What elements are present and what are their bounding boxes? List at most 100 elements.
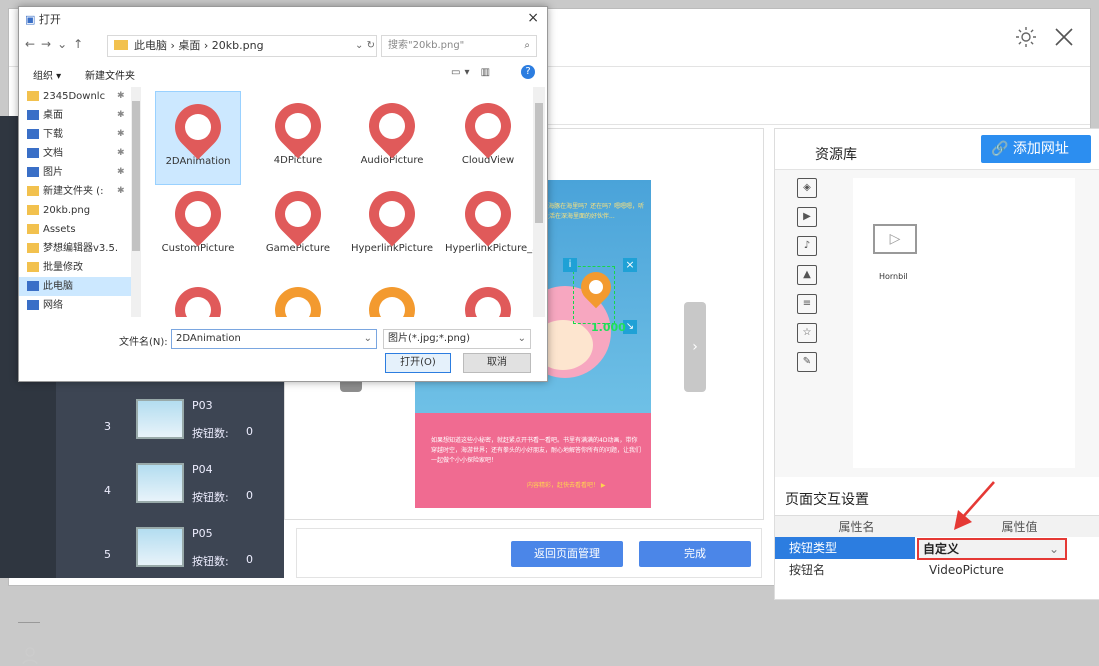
document-icon[interactable]: ≡	[797, 294, 817, 314]
resource-panel: 资源库 🔗 添加网址 ◈ ▶ ♪ ▲ ≡ ☆ ✎ ▷ Hornbil 页面交互设…	[774, 128, 1099, 600]
file-item[interactable]: 2DAnimation	[155, 91, 241, 185]
tree-item[interactable]: 20kb.png	[19, 201, 140, 220]
help-icon[interactable]: ?	[521, 65, 535, 79]
back-to-page-management-button[interactable]: 返回页面管理	[511, 541, 623, 567]
user-icon[interactable]	[22, 646, 38, 666]
tree-item[interactable]: 梦想编辑器v3.5.	[19, 239, 140, 258]
map-pin-icon	[359, 93, 425, 159]
file-item[interactable]: HyperlinkPicture	[349, 179, 435, 273]
property-value[interactable]: VideoPicture	[915, 559, 1099, 581]
tree-item[interactable]: Assets	[19, 220, 140, 239]
tree-item[interactable]: 下载 ✱	[19, 125, 140, 144]
list-item[interactable]: 3 P03 按钮数: 0	[56, 396, 284, 460]
nav-arrows[interactable]: ←→⌄↑	[25, 37, 89, 51]
dialog-title: ▣ 打开	[25, 13, 61, 26]
file-item[interactable]: CustomPicture	[155, 179, 241, 273]
tree-item[interactable]: 网络	[19, 296, 140, 315]
button-count-value: 0	[246, 425, 253, 438]
new-folder-button[interactable]: 新建文件夹	[85, 67, 135, 82]
page-id: P04	[192, 463, 213, 476]
organize-menu[interactable]: 组织 ▾	[33, 67, 61, 82]
file-item[interactable]	[349, 275, 435, 317]
open-button[interactable]: 打开(O)	[385, 353, 451, 373]
cancel-button[interactable]: 取消	[463, 353, 531, 373]
button-count-value: 0	[246, 489, 253, 502]
button-count-label: 按钮数:	[192, 427, 229, 440]
button-type-select[interactable]: 自定义 ⌄	[917, 538, 1067, 560]
audio-icon[interactable]: ♪	[797, 236, 817, 256]
cube-icon[interactable]: ◈	[797, 178, 817, 198]
scale-readout: 1.000	[591, 321, 626, 334]
folder-icon	[27, 186, 39, 196]
button-count-label: 按钮数:	[192, 555, 229, 568]
file-grid: 2DAnimation 4DPicture AudioPicture Cloud…	[149, 87, 533, 317]
map-pin-icon	[265, 277, 331, 317]
download-icon	[27, 129, 39, 139]
search-icon: ⌕	[524, 40, 530, 51]
page-thumbnail	[136, 399, 184, 439]
file-item[interactable]	[445, 275, 531, 317]
folder-icon	[27, 224, 39, 234]
table-row[interactable]: 按钮名 VideoPicture	[775, 559, 1099, 581]
computer-icon	[27, 281, 39, 291]
info-handle-icon[interactable]: i	[563, 258, 577, 272]
star-badge-icon[interactable]: ☆	[797, 323, 817, 343]
resource-title: 资源库	[815, 147, 857, 163]
delete-handle-icon[interactable]: ×	[623, 258, 637, 272]
col-property-name: 属性名	[838, 520, 875, 534]
tree-item[interactable]: 此电脑	[19, 277, 140, 296]
file-item[interactable]: HyperlinkPicture_360	[445, 179, 533, 273]
video-icon[interactable]: ▶	[797, 207, 817, 227]
tree-item[interactable]: 文档 ✱	[19, 144, 140, 163]
tree-item[interactable]: 桌面 ✱	[19, 106, 140, 125]
button-count-label: 按钮数:	[192, 491, 229, 504]
file-grid-scrollbar[interactable]	[533, 87, 545, 317]
folder-icon	[27, 205, 39, 215]
file-item[interactable]: GamePicture	[255, 179, 341, 273]
property-key: 按钮类型	[775, 537, 915, 559]
next-page-arrow[interactable]: ›	[684, 302, 706, 392]
page-number: 4	[104, 484, 111, 497]
file-item[interactable]	[255, 275, 341, 317]
preview-link[interactable]: 内容精彩，赶快去看看吧！ ▶	[527, 480, 606, 489]
tree-item[interactable]: 图片 ✱	[19, 163, 140, 182]
desktop-icon	[27, 110, 39, 120]
file-item[interactable]: 4DPicture	[255, 91, 341, 185]
search-input[interactable]: 搜索"20kb.png" ⌕	[381, 35, 537, 57]
list-item[interactable]: 5 P05 按钮数: 0	[56, 524, 284, 588]
map-pin-icon	[165, 181, 231, 247]
divider	[18, 622, 40, 623]
add-url-button[interactable]: 🔗 添加网址	[981, 135, 1091, 163]
folder-icon	[27, 91, 39, 101]
chevron-down-icon: ⌄	[363, 333, 372, 344]
gear-icon[interactable]	[1014, 25, 1038, 49]
done-button[interactable]: 完成	[639, 541, 751, 567]
filetype-select[interactable]: 图片(*.jpg;*.png) ⌄	[383, 329, 531, 349]
refresh-icon[interactable]: ⌄ ↻	[353, 35, 377, 57]
nav-tree: 2345Downlc ✱ 桌面 ✱ 下载 ✱ 文档 ✱ 图片 ✱ 新建文件夹 (: ✱ 20…	[19, 87, 141, 317]
resource-library: ◈ ▶ ♪ ▲ ≡ ☆ ✎ ▷ Hornbil	[775, 169, 1099, 477]
tree-item[interactable]: 批量修改	[19, 258, 140, 277]
table-row[interactable]: 按钮类型 自定义 ⌄	[775, 537, 1099, 560]
tree-item[interactable]: 2345Downlc ✱	[19, 87, 140, 106]
map-pin-icon	[265, 181, 331, 247]
address-bar[interactable]: 此电脑 › 桌面 › 20kb.png	[107, 35, 377, 57]
link-icon: 🔗	[991, 141, 1013, 157]
play-icon[interactable]: ▷	[873, 224, 917, 254]
image-icon[interactable]: ▲	[797, 265, 817, 285]
tree-item[interactable]: 新建文件夹 (: ✱	[19, 182, 140, 201]
list-item[interactable]: 4 P04 按钮数: 0	[56, 460, 284, 524]
view-options-icon[interactable]: ▭▾ ▥	[451, 67, 494, 78]
pen-icon[interactable]: ✎	[797, 352, 817, 372]
file-item[interactable]: AudioPicture	[349, 91, 435, 185]
filename-label: 文件名(N):	[119, 337, 168, 348]
page-id: P03	[192, 399, 213, 412]
dialog-close-button[interactable]: ×	[527, 10, 539, 26]
dialog-app-icon: ▣	[25, 13, 39, 26]
filename-input[interactable]: 2DAnimation ⌄	[171, 329, 377, 349]
close-icon[interactable]	[1050, 23, 1078, 51]
file-item[interactable]: CloudView	[445, 91, 531, 185]
page-id: P05	[192, 527, 213, 540]
tree-scrollbar[interactable]	[131, 87, 141, 317]
file-item[interactable]	[155, 275, 241, 317]
